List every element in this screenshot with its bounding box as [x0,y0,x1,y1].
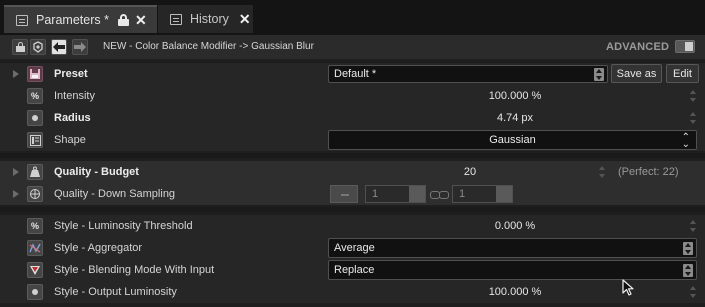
down-sampling-x-field: 1 [365,185,426,203]
percent-icon: % [27,218,43,234]
radius-value[interactable]: 4.74 px [440,112,590,124]
lock-button[interactable] [12,39,28,55]
node-mask-button[interactable] [30,39,46,55]
lum-threshold-value[interactable]: 0.000 % [440,220,590,232]
spinner-icon[interactable] [689,285,697,299]
aggregator-value: Average [334,242,375,254]
chevron-updown-icon: ⌃ ⌄ [681,132,690,150]
arrow-left-icon [53,42,65,52]
list-icon [27,132,43,148]
aggregator-label: Style - Aggregator [54,242,143,254]
intensity-label: Intensity [54,90,95,102]
shape-value: Gaussian [489,134,536,146]
back-button[interactable] [51,39,67,55]
row-shape: Shape Gaussian ⌃ ⌄ [0,129,705,151]
section-divider [0,153,705,158]
breadcrumb: NEW - Color Balance Modifier -> Gaussian… [103,41,314,52]
forward-button[interactable] [72,39,88,55]
shape-label: Shape [54,134,86,146]
updown-icon [594,68,604,81]
spinner-icon[interactable] [689,111,697,125]
radius-label: Radius [54,112,91,124]
blending-value: Replace [334,264,375,276]
expand-arrow-icon[interactable] [13,168,19,176]
output-lum-label: Style - Output Luminosity [54,286,177,298]
percent-icon: % [27,88,43,104]
updown-icon [683,242,693,255]
panel-icon [16,14,28,26]
close-icon[interactable]: ✕ [135,13,147,27]
row-luminosity-threshold: % Style - Luminosity Threshold 0.000 % [0,215,705,237]
updown-icon [683,264,693,277]
parameters-toolbar: NEW - Color Balance Modifier -> Gaussian… [0,35,705,60]
row-output-luminosity: Style - Output Luminosity 100.000 % [0,281,705,303]
save-as-button[interactable]: Save as [611,64,662,83]
advanced-toggle[interactable] [675,40,695,53]
tab-parameters-label: Parameters * [36,13,109,27]
preset-label: Preset [54,68,88,80]
arrow-right-icon [74,42,86,52]
row-quality-budget: Quality - Budget 20 (Perfect: 22) [0,161,705,183]
minus-button [330,185,358,203]
spinner-icon[interactable] [689,219,697,233]
quality-budget-label: Quality - Budget [54,166,139,178]
mask-icon [33,41,43,53]
mouse-cursor-icon [622,279,634,296]
lock-icon[interactable] [117,14,129,26]
blend-icon [27,262,43,278]
tab-history[interactable]: History ✕ [158,5,253,33]
row-preset: Preset Default * Save as Edit [0,63,705,85]
shape-dropdown[interactable]: Gaussian ⌃ ⌄ [328,130,697,150]
blending-dropdown[interactable]: Replace [328,260,697,280]
panel-icon [170,13,182,25]
link-icon [430,191,449,199]
lum-threshold-label: Style - Luminosity Threshold [54,220,193,232]
aggregator-icon [27,240,43,256]
row-aggregator: Style - Aggregator Average [0,237,705,259]
downsample-icon [27,186,43,202]
down-sampling-y-value: 1 [459,188,466,200]
radius-icon [27,110,43,126]
row-blending-mode: Style - Blending Mode With Input Replace [0,259,705,281]
intensity-value[interactable]: 100.000 % [440,90,590,102]
edit-button[interactable]: Edit [666,64,699,83]
aggregator-dropdown[interactable]: Average [328,238,697,258]
tab-history-label: History [190,12,229,26]
expand-arrow-icon[interactable] [13,190,19,198]
preset-icon [27,66,43,82]
spinner-icon[interactable] [598,165,606,179]
advanced-label: ADVANCED [606,41,670,53]
expand-arrow-icon[interactable] [13,70,19,78]
spinner-icon[interactable] [689,89,697,103]
weight-icon [27,164,43,180]
close-icon[interactable]: ✕ [239,12,251,26]
row-intensity: % Intensity 100.000 % [0,85,705,107]
preset-dropdown[interactable]: Default * [328,65,608,83]
quality-budget-value[interactable]: 20 [420,166,520,178]
output-lum-value[interactable]: 100.000 % [440,286,590,298]
section-divider [0,207,705,212]
tab-bar: Parameters * ✕ History ✕ [0,0,705,35]
lock-icon [15,42,25,52]
quality-down-label: Quality - Down Sampling [54,188,176,200]
radius-icon [27,284,43,300]
quality-budget-hint: (Perfect: 22) [618,166,679,178]
blending-label: Style - Blending Mode With Input [54,264,215,276]
preset-value: Default * [334,68,377,80]
down-sampling-y-field: 1 [452,185,513,203]
tab-parameters[interactable]: Parameters * ✕ [4,5,157,33]
row-radius: Radius 4.74 px [0,107,705,129]
row-quality-down-sampling: Quality - Down Sampling 1 1 [0,183,705,205]
down-sampling-x-value: 1 [372,188,379,200]
